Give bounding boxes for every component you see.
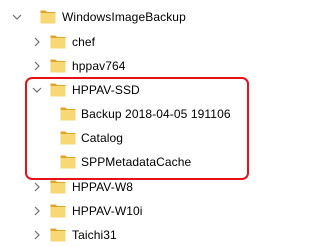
chevron-right-icon[interactable] [31,181,43,193]
chevron-right-icon[interactable] [31,36,43,48]
tree-item-hppav764[interactable]: hppav764 [0,55,260,77]
folder-icon [50,59,66,73]
folder-icon [50,228,66,242]
tree-item-chef[interactable]: chef [0,31,260,53]
chevron-right-icon[interactable] [31,229,43,241]
tree-item-windowsimagebackup[interactable]: WindowsImageBackup [0,6,260,28]
folder-icon [50,35,66,49]
tree-item-label: chef [72,35,96,49]
tree-item-label: Taichi31 [72,228,117,242]
folder-tree: WindowsImageBackup chef hppav764 HPPAV-S… [0,0,260,247]
tree-item-label: WindowsImageBackup [62,10,186,24]
highlight-box [25,77,249,180]
tree-item-label: HPPAV-W8 [72,180,134,194]
tree-item-taichi31[interactable]: Taichi31 [0,224,260,246]
folder-icon [40,10,56,24]
folder-icon [50,180,66,194]
tree-item-hppav-w10i[interactable]: HPPAV-W10i [0,200,260,222]
tree-item-label: hppav764 [72,59,126,73]
chevron-down-icon[interactable] [11,11,23,23]
chevron-right-icon[interactable] [31,205,43,217]
tree-item-label: HPPAV-W10i [72,204,143,218]
folder-icon [50,204,66,218]
chevron-right-icon[interactable] [31,60,43,72]
